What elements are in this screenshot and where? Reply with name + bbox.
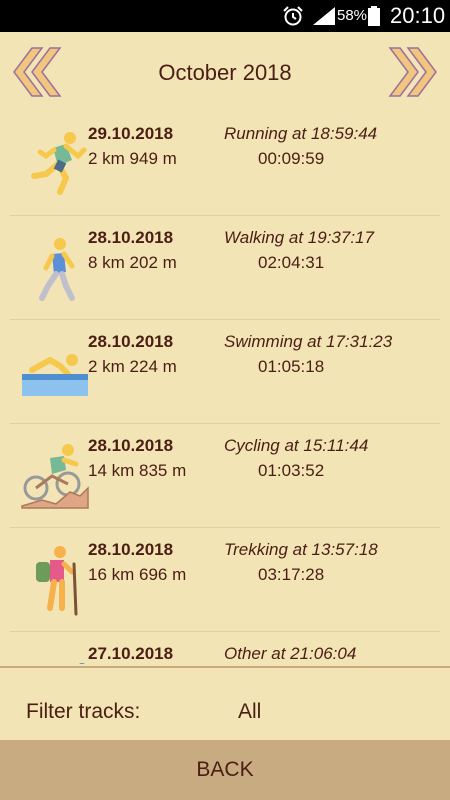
track-row[interactable]: 28.10.2018 14 km 835 m Cycling at 15:11:… [10,424,440,528]
cycling-icon [21,444,89,509]
filter-bar: Filter tracks: All [0,668,450,740]
battery-percent: 58% [337,7,368,24]
track-distance: 14 km 835 m [88,461,187,480]
month-header: October 2018 [0,32,450,112]
track-distance: 8 km 202 m [88,253,177,272]
running-icon [31,132,87,195]
page-title: October 2018 [158,60,292,85]
track-date: 28.10.2018 [88,332,174,351]
track-row[interactable]: 28.10.2018 16 km 696 m Trekking at 13:57… [10,528,440,632]
track-activity: Cycling at 15:11:44 [224,436,369,455]
track-duration: 03:17:28 [258,565,325,584]
status-time: 20:10 [390,3,446,28]
trekking-icon [36,546,78,616]
filter-select[interactable]: All [238,700,261,724]
track-date: 27.10.2018 [88,644,174,663]
status-bar: 58% 20:10 [0,0,450,32]
track-row[interactable]: 27.10.2018 Other at 21:06:04 [10,632,440,664]
track-activity: Walking at 19:37:17 [224,228,374,247]
alarm-icon [283,6,303,26]
track-row[interactable]: 28.10.2018 2 km 224 m Swimming at 17:31:… [10,320,440,424]
track-activity: Running at 18:59:44 [224,124,378,143]
filter-label: Filter tracks: [26,700,141,723]
back-button[interactable]: BACK [0,740,450,800]
track-activity: Other at 21:06:04 [224,644,357,663]
signal-icon [313,7,335,25]
track-duration: 01:05:18 [258,357,325,376]
track-distance: 2 km 224 m [88,357,177,376]
track-date: 28.10.2018 [88,540,174,559]
track-duration: 01:03:52 [258,461,325,480]
other-activity-icon [79,663,85,664]
track-distance: 16 km 696 m [88,565,187,584]
battery-icon [368,6,380,26]
track-activity: Swimming at 17:31:23 [224,332,393,351]
track-date: 29.10.2018 [88,124,174,143]
swimming-icon [22,354,88,396]
track-date: 28.10.2018 [88,228,174,247]
track-row[interactable]: 28.10.2018 8 km 202 m Walking at 19:37:1… [10,216,440,320]
track-row[interactable]: 29.10.2018 2 km 949 m Running at 18:59:4… [10,112,440,216]
track-duration: 02:04:31 [258,253,325,272]
track-list[interactable]: 29.10.2018 2 km 949 m Running at 18:59:4… [0,112,450,664]
track-date: 28.10.2018 [88,436,174,455]
walking-icon [39,238,75,301]
track-activity: Trekking at 13:57:18 [224,540,378,559]
chevron-double-right-icon[interactable] [386,46,438,98]
track-distance: 2 km 949 m [88,149,177,168]
track-duration: 00:09:59 [258,149,325,168]
